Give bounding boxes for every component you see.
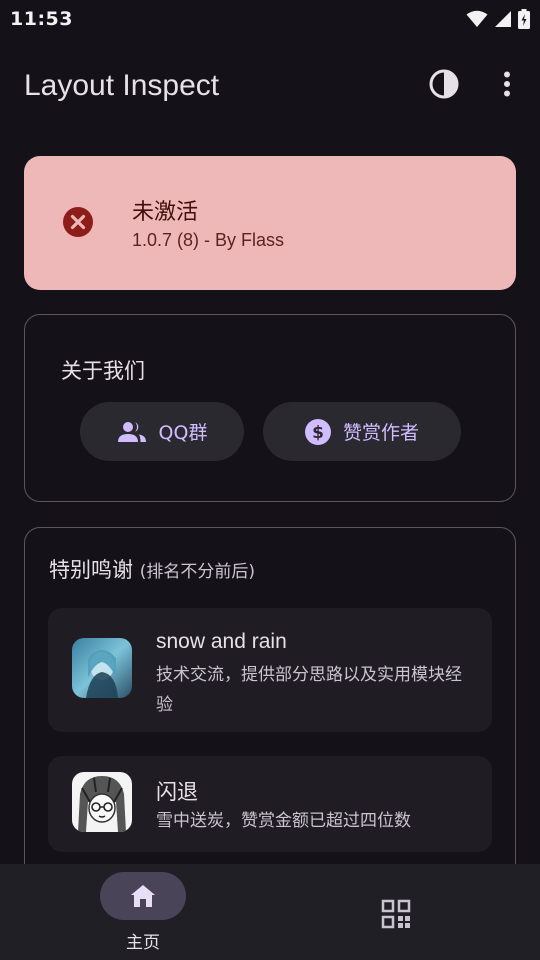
contributor-description: 雪中送炭，赞赏金额已超过四位数	[156, 811, 411, 831]
qq-group-label: QQ群	[158, 422, 208, 444]
contributor-item[interactable]: snow and rain 技术交流，提供部分思路以及实用模块经验	[48, 608, 492, 732]
contributor-description: 技术交流，提供部分思路以及实用模块经验	[156, 665, 462, 715]
nav-home-tab[interactable]: 主页	[100, 872, 186, 958]
more-options-button[interactable]	[492, 66, 522, 102]
avatar	[72, 638, 132, 698]
version-text: 1.0.7 (8) - By Flass	[132, 230, 285, 250]
nav-apps-tab[interactable]	[376, 894, 416, 934]
more-vert-icon	[504, 71, 510, 97]
about-title: 关于我们	[61, 359, 145, 383]
home-icon	[131, 885, 155, 907]
contrast-icon	[429, 69, 459, 99]
apps-grid-icon	[381, 899, 411, 929]
contributor-item[interactable]: 闪退 雪中送炭，赞赏金额已超过四位数	[48, 756, 492, 852]
about-card: 关于我们 QQ群 $ 赞赏作者	[24, 314, 516, 502]
nav-home-label: 主页	[126, 933, 160, 953]
donate-button[interactable]: $ 赞赏作者	[263, 402, 461, 461]
svg-text:$: $	[312, 423, 324, 443]
thanks-title-row: 特别鸣谢 (排名不分前后)	[49, 554, 255, 584]
qq-group-button[interactable]: QQ群	[80, 402, 244, 461]
bottom-navigation: 主页	[0, 864, 540, 960]
signal-icon	[495, 11, 511, 27]
thanks-subtitle: (排名不分前后)	[139, 562, 255, 582]
group-icon	[117, 421, 146, 442]
app-bar: Layout Inspect	[0, 56, 540, 116]
contributor-name: snow and rain	[156, 630, 287, 653]
status-bar: 11:53	[0, 0, 540, 38]
activation-status-card[interactable]: 未激活 1.0.7 (8) - By Flass	[24, 156, 516, 290]
contributor-name: 闪退	[156, 781, 198, 804]
battery-icon	[518, 9, 530, 29]
status-icons	[466, 9, 530, 29]
close-circle-icon	[63, 207, 93, 237]
app-title: Layout Inspect	[24, 69, 220, 102]
thanks-title: 特别鸣谢	[49, 558, 133, 582]
dollar-icon: $	[304, 418, 331, 445]
activation-status-title: 未激活	[132, 200, 199, 225]
avatar	[72, 772, 132, 832]
nav-home-indicator	[100, 872, 186, 920]
status-time: 11:53	[10, 8, 73, 30]
donate-label: 赞赏作者	[342, 422, 419, 444]
wifi-icon	[466, 10, 488, 27]
theme-toggle-button[interactable]	[426, 66, 462, 102]
